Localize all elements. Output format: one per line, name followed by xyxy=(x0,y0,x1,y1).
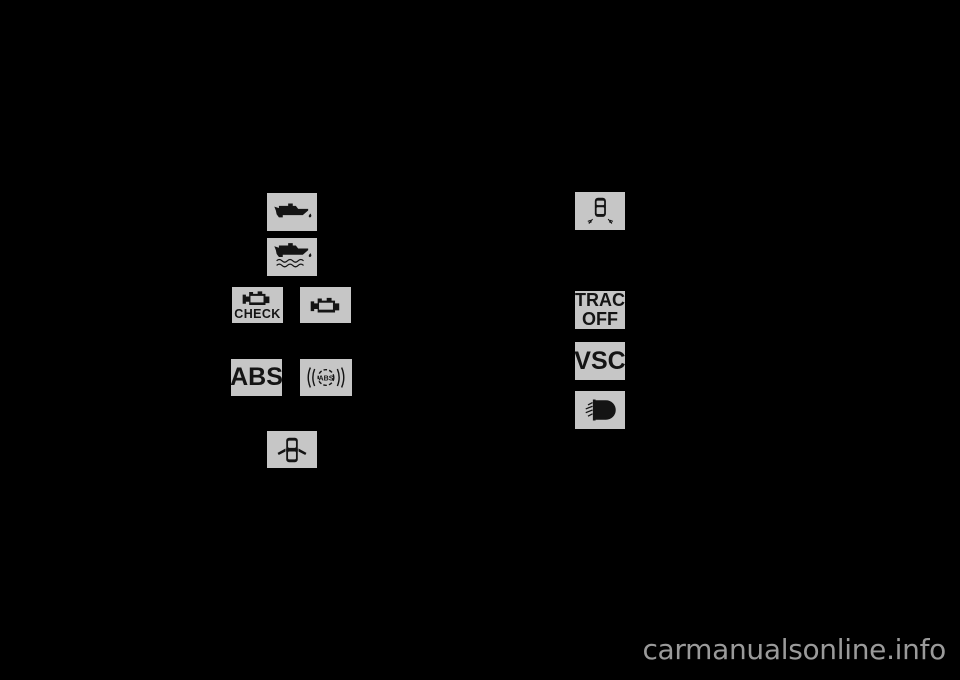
headlight-icon xyxy=(582,397,618,423)
svg-text:ABS: ABS xyxy=(319,374,334,382)
indicator-tile-abs-text: ABS xyxy=(230,359,283,396)
indicator-tile-check-engine-text: CHECK xyxy=(232,287,283,323)
trac-off-line2: OFF xyxy=(582,309,618,329)
indicator-tile-trac-off: TRAC OFF xyxy=(575,289,625,330)
oil-can-level-icon xyxy=(272,243,312,271)
indicator-tile-check-engine xyxy=(300,287,351,323)
vsc-label: VSC xyxy=(574,346,626,375)
trac-off-label: TRAC OFF xyxy=(575,289,625,330)
trac-off-line1: TRAC xyxy=(575,289,625,310)
abs-circle-icon: ABS xyxy=(305,364,347,391)
abs-label: ABS xyxy=(230,363,283,391)
indicator-tile-oil-level xyxy=(267,238,317,276)
indicator-tile-slip xyxy=(575,192,625,230)
open-door-icon xyxy=(275,437,309,463)
indicator-tile-abs-symbol: ABS xyxy=(300,359,352,396)
indicator-tile-oil-pressure xyxy=(267,193,317,231)
indicator-tile-door-ajar xyxy=(267,431,317,468)
engine-icon xyxy=(310,296,342,315)
watermark: carmanualsonline.info xyxy=(642,633,946,666)
indicator-tile-vsc: VSC xyxy=(574,342,626,380)
indicator-tile-headlight xyxy=(575,391,625,429)
engine-icon xyxy=(242,290,272,307)
check-engine-label: CHECK xyxy=(234,306,281,321)
manual-page: CHECK ABS ABS TRAC OFF VSC carmanualsonl… xyxy=(0,0,960,680)
skidding-car-icon xyxy=(583,196,617,226)
oil-can-icon xyxy=(272,201,312,223)
